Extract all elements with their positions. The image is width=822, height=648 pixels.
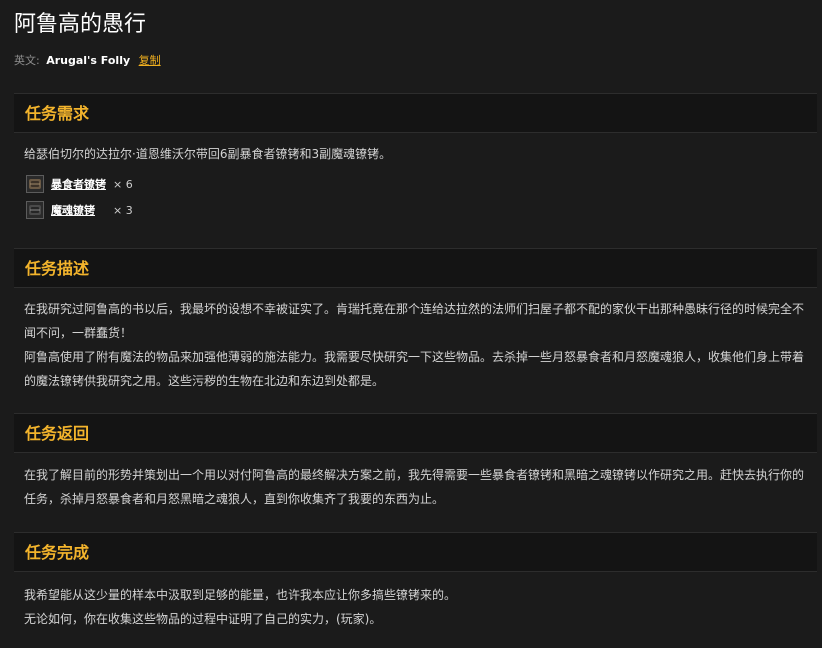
section-heading-requirements: 任务需求 [25, 104, 90, 123]
description-paragraph: 阿鲁高使用了附有魔法的物品来加强他薄弱的施法能力。我需要尽快研究一下这些物品。去… [24, 350, 805, 388]
section-header-completion: 任务完成 [14, 532, 817, 572]
item-link[interactable]: 暴食者镣铐 [51, 176, 107, 192]
completion-line: 无论如何，你在收集这些物品的过程中证明了自己的实力，(玩家)。 [24, 612, 382, 626]
requirements-text: 给瑟伯切尔的达拉尔·道恩维沃尔带回6副暴食者镣铐和3副魔魂镣铐。 [24, 147, 392, 161]
item-link[interactable]: 魔魂镣铐 [51, 202, 107, 218]
item-quantity: × 3 [113, 203, 133, 217]
page-title: 阿鲁高的愚行 [14, 12, 147, 37]
section-heading-description: 任务描述 [25, 259, 90, 278]
english-name-line: 英文: Arugal's Folly 复制 [14, 53, 161, 69]
quest-page: 阿鲁高的愚行 英文: Arugal's Folly 复制 任务需求 给瑟伯切尔的… [0, 0, 822, 648]
copy-link[interactable]: 复制 [139, 54, 161, 67]
description-paragraph: 在我研究过阿鲁高的书以后，我最坏的设想不幸被证实了。肯瑞托竟在那个连给达拉然的法… [24, 302, 805, 340]
required-item: 魔魂镣铐 × 3 [26, 200, 133, 220]
english-name: Arugal's Folly [46, 54, 131, 67]
section-header-description: 任务描述 [14, 248, 817, 288]
section-heading-return: 任务返回 [25, 424, 90, 443]
shackle-icon[interactable] [26, 175, 44, 193]
item-quantity: × 6 [113, 177, 133, 191]
return-text: 在我了解目前的形势并策划出一个用以对付阿鲁高的最终解决方案之前，我先得需要一些暴… [24, 468, 805, 506]
completion-line: 我希望能从这少量的样本中汲取到足够的能量，也许我本应让你多搞些镣铐来的。 [24, 588, 457, 602]
section-header-requirements: 任务需求 [14, 93, 817, 133]
required-item: 暴食者镣铐 × 6 [26, 174, 133, 194]
section-header-return: 任务返回 [14, 413, 817, 453]
shackle-icon[interactable] [26, 201, 44, 219]
english-name-prefix: 英文: [14, 54, 40, 67]
section-heading-completion: 任务完成 [25, 543, 90, 562]
